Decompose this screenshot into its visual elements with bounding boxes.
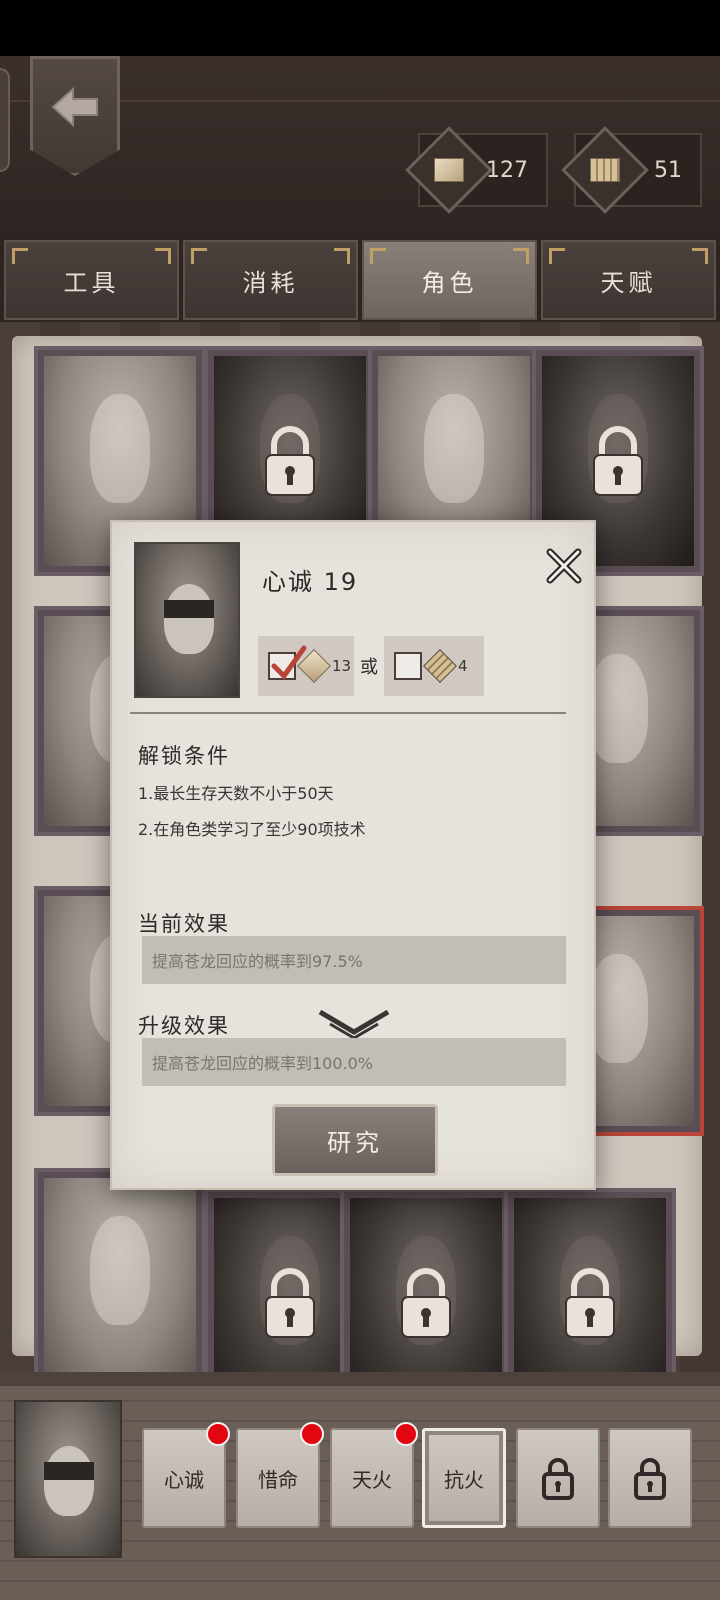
cost-checkbox-unchecked[interactable] [394, 652, 422, 680]
book-currency-icon [561, 126, 649, 214]
unlock-conditions-title: 解锁条件 [138, 744, 230, 768]
lock-icon [401, 1268, 451, 1338]
dialog-divider [130, 712, 566, 714]
skill-label: 抗火 [444, 1467, 484, 1492]
skill-slot-2[interactable]: 惜命 [236, 1422, 324, 1528]
cost-diamond-amount: 13 [332, 657, 352, 675]
tab-talents-label: 天赋 [600, 268, 657, 297]
or-label: 或 [360, 657, 378, 678]
category-tabs: 工具 消耗 角色 天赋 [0, 240, 720, 322]
tab-consumables[interactable]: 消耗 [183, 240, 358, 320]
current-character-portrait[interactable] [14, 1400, 122, 1558]
cost-checkbox-checked[interactable] [268, 645, 307, 680]
current-effect-box: 提高苍龙回应的概率到97.5% [142, 936, 566, 984]
new-badge [300, 1422, 324, 1446]
upgrade-effect-box: 提高苍龙回应的概率到100.0% [142, 1038, 566, 1086]
lock-icon [542, 1458, 574, 1500]
status-bar [0, 0, 720, 56]
currency-book: 51 [561, 126, 702, 214]
tab-characters[interactable]: 角色 [362, 240, 537, 320]
skill-slot-4[interactable]: 抗火 [422, 1428, 506, 1528]
skill-slot-locked[interactable] [608, 1428, 692, 1528]
new-badge [394, 1422, 418, 1446]
side-handle[interactable] [0, 68, 10, 172]
skill-slot-1[interactable]: 心诚 [142, 1422, 230, 1528]
lock-icon [634, 1458, 666, 1500]
skill-label: 惜命 [258, 1467, 298, 1492]
book-currency-icon [423, 649, 457, 683]
skill-detail-dialog: 心诚 19 13 或 4 解锁条件 1.最长生存天数不小于50天 2.在角色类学… [110, 520, 596, 1190]
lock-icon [565, 1268, 615, 1338]
dialog-title: 心诚 19 [262, 568, 359, 596]
character-card[interactable] [34, 1168, 206, 1398]
skill-label: 心诚 [164, 1467, 204, 1492]
cost-option-book[interactable]: 4 [384, 636, 484, 696]
skill-label: 天火 [352, 1467, 392, 1492]
unlock-condition-1: 1.最长生存天数不小于50天 [138, 784, 334, 803]
arrow-left-icon [51, 86, 98, 128]
chevron-down-icon [318, 1009, 390, 1040]
research-button[interactable]: 研究 [272, 1104, 438, 1176]
tab-tools-label: 工具 [63, 268, 120, 297]
new-badge [206, 1422, 230, 1446]
lock-icon [265, 1268, 315, 1338]
tab-tools[interactable]: 工具 [4, 240, 179, 320]
tab-consumables-label: 消耗 [242, 268, 299, 297]
lock-icon [593, 426, 643, 496]
unlock-condition-2: 2.在角色类学习了至少90项技术 [138, 820, 366, 839]
tab-characters-label: 角色 [421, 268, 478, 297]
lock-icon [265, 426, 315, 496]
currency-diamond: 127 [405, 126, 548, 214]
dialog-character-portrait [134, 542, 240, 698]
tab-talents[interactable]: 天赋 [541, 240, 716, 320]
cost-option-diamond[interactable]: 13 [258, 636, 354, 696]
currency-book-value: 51 [654, 157, 682, 183]
upgrade-effect-text: 提高苍龙回应的概率到100.0% [152, 1054, 374, 1073]
skill-slot-locked[interactable] [516, 1428, 600, 1528]
current-effect-text: 提高苍龙回应的概率到97.5% [152, 952, 363, 971]
character-portrait [44, 1178, 196, 1388]
close-icon[interactable] [542, 544, 586, 588]
research-button-label: 研究 [327, 1128, 383, 1157]
skill-slot-3[interactable]: 天火 [330, 1422, 418, 1528]
cost-book-amount: 4 [458, 657, 468, 675]
diamond-currency-icon [405, 126, 493, 214]
upgrade-effect-title: 升级效果 [138, 1014, 230, 1038]
current-effect-title: 当前效果 [138, 912, 230, 936]
